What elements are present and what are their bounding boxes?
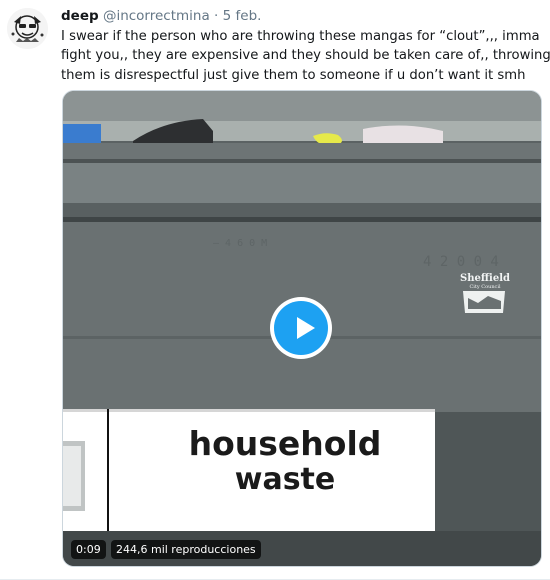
video-duration: 0:09 [71, 540, 106, 559]
tweet-text-line: fight you,, they are expensive and they … [61, 48, 550, 64]
tweet-header: deep @incorrectmina · 5 feb. [61, 8, 261, 24]
play-icon [274, 301, 328, 355]
svg-text:— 4 6 0 M: — 4 6 0 M [213, 238, 267, 249]
council-name: Sheffield [459, 273, 510, 284]
video-player[interactable]: 4 2 0 0 4 — 4 6 0 M household waste Shef… [62, 90, 542, 567]
video-view-count: 244,6 mil reproducciones [111, 540, 261, 559]
tweet[interactable]: deep @incorrectmina · 5 feb. I swear if … [0, 0, 550, 580]
council-subtitle: City Council [469, 284, 501, 290]
avatar[interactable] [7, 8, 48, 49]
author-handle[interactable]: @incorrectmina [103, 8, 210, 24]
bin-label-line1: household [188, 424, 382, 463]
svg-text:4 2 0 0 4: 4 2 0 0 4 [423, 254, 499, 270]
tweet-text: I swear if the person who are throwing t… [61, 27, 550, 85]
tweet-text-line: them is disrespectful just give them to … [61, 67, 526, 83]
avatar-image [7, 8, 48, 49]
header-separator: · [214, 8, 219, 24]
council-logo-text: Sheffield City Council [457, 273, 513, 290]
author-name[interactable]: deep [61, 8, 99, 24]
bin-label-text: household waste [175, 426, 395, 498]
tweet-date[interactable]: 5 feb. [223, 8, 262, 24]
play-button[interactable] [270, 297, 332, 359]
tweet-text-line: I swear if the person who are throwing t… [61, 29, 540, 44]
play-triangle [297, 317, 315, 339]
bin-label-line2: waste [234, 462, 336, 497]
